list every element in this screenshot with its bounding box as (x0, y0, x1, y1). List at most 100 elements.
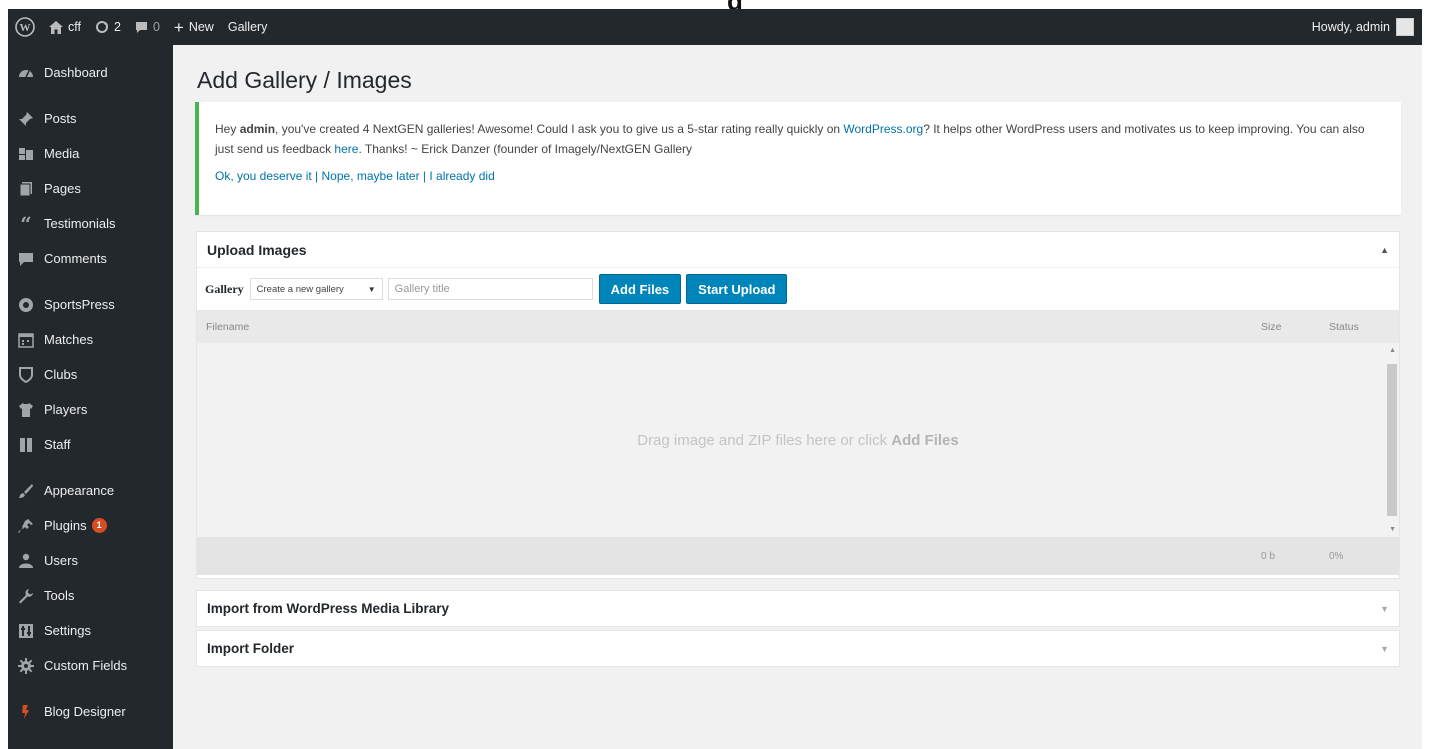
notice-actions: Ok, you deserve it | Nope, maybe later |… (215, 169, 495, 183)
sidebar-item-label: Custom Fields (44, 658, 128, 673)
file-dropzone[interactable]: Drag image and ZIP files here or click A… (197, 343, 1399, 537)
sidebar-item-label: Dashboard (44, 65, 108, 80)
home-icon (49, 20, 63, 34)
expand-caret-icon[interactable]: ▼ (1380, 644, 1389, 654)
new-label: New (188, 20, 214, 34)
dropzone-hint: Drag image and ZIP files here or click A… (637, 431, 959, 449)
sidebar-item-label: Tools (44, 588, 75, 603)
sidebar-item-users[interactable]: Users (8, 543, 173, 578)
media-icon (16, 144, 36, 164)
quote-icon: “ (20, 211, 32, 236)
sidebar-item-settings[interactable]: Settings (8, 613, 173, 648)
rate-yes-link[interactable]: Ok, you deserve it (215, 169, 312, 183)
file-list-header: Filename Size Status (197, 310, 1399, 343)
size-column-header: Size (1261, 320, 1282, 333)
sidebar-item-label: Posts (44, 111, 77, 126)
add-files-button[interactable]: Add Files (598, 274, 682, 304)
site-name-link[interactable]: cff (42, 9, 88, 45)
import-media-library-header[interactable]: Import from WordPress Media Library ▼ (197, 591, 1399, 626)
gallery-select[interactable]: Create a new gallery ▼ (249, 278, 383, 300)
users-icon (16, 551, 36, 571)
sidebar-item-label: Users (44, 553, 78, 568)
new-content-link[interactable]: + New (167, 9, 221, 45)
sidebar-item-staff[interactable]: Staff (8, 427, 173, 462)
sidebar-item-players[interactable]: Players (8, 392, 173, 427)
sidebar-item-blog-designer[interactable]: Blog Designer (8, 694, 173, 729)
import-folder-panel[interactable]: Import Folder ▼ (196, 630, 1400, 667)
upload-images-panel: Upload Images ▲ Gallery Create a new gal… (196, 231, 1400, 579)
id-card-icon (16, 435, 36, 455)
page-top-edge: g (0, 0, 1430, 9)
svg-text:W: W (20, 22, 31, 34)
comments-link[interactable]: 0 (128, 9, 167, 45)
rate-later-link[interactable]: Nope, maybe later (322, 169, 420, 183)
site-name-label: cff (68, 20, 81, 34)
start-upload-button[interactable]: Start Upload (686, 274, 788, 304)
sidebar-item-appearance[interactable]: Appearance (8, 473, 173, 508)
comment-icon (16, 249, 36, 269)
my-account-link[interactable]: Howdy, admin (1305, 9, 1422, 45)
sidebar-item-dashboard[interactable]: Dashboard (8, 55, 173, 90)
file-list-scrollbar[interactable]: ▲ ▼ (1385, 343, 1399, 537)
sidebar-item-matches[interactable]: Matches (8, 322, 173, 357)
scroll-thumb[interactable] (1387, 364, 1397, 516)
sidebar-item-plugins[interactable]: Plugins 1 (8, 508, 173, 543)
sidebar-item-label: Staff (44, 437, 71, 452)
sidebar-item-testimonials[interactable]: “ Testimonials (8, 206, 173, 241)
upload-images-header[interactable]: Upload Images ▲ (197, 232, 1399, 268)
page-title: Add Gallery / Images (197, 67, 412, 93)
gallery-label: Gallery (205, 281, 244, 296)
upload-images-title: Upload Images (207, 241, 307, 258)
scroll-up-arrow-icon[interactable]: ▲ (1389, 347, 1396, 354)
sidebar-item-posts[interactable]: Posts (8, 101, 173, 136)
howdy-label: Howdy, admin (1311, 20, 1390, 34)
pushpin-icon (16, 109, 36, 129)
gallery-link[interactable]: Gallery (221, 9, 275, 45)
sidebar-item-label: Plugins (44, 518, 87, 533)
expand-caret-icon[interactable]: ▼ (1380, 604, 1389, 614)
rate-done-link[interactable]: I already did (429, 169, 494, 183)
plus-icon: + (173, 17, 184, 37)
updates-link[interactable]: 2 (88, 9, 128, 45)
feedback-here-link[interactable]: here (334, 142, 358, 156)
review-notice: Hey admin, you've created 4 NextGEN gall… (195, 102, 1401, 215)
sidebar-item-label: SportsPress (44, 297, 115, 312)
settings-icon (16, 621, 36, 641)
import-media-library-panel[interactable]: Import from WordPress Media Library ▼ (196, 590, 1400, 627)
file-list-footer: 0 b 0% (197, 537, 1399, 575)
wordpress-org-link[interactable]: WordPress.org (843, 122, 923, 136)
sidebar-item-label: Testimonials (44, 216, 116, 231)
plug-icon (16, 516, 36, 536)
cropped-heading-glyph: g (727, 0, 743, 9)
dropdown-arrow-icon: ▼ (367, 284, 376, 294)
main-content: Add Gallery / Images Hey admin, you've c… (173, 45, 1422, 749)
wrench-icon (16, 586, 36, 606)
import-media-library-title: Import from WordPress Media Library (207, 601, 450, 616)
scroll-down-arrow-icon[interactable]: ▼ (1389, 526, 1396, 533)
dashboard-icon (16, 63, 36, 83)
sidebar-item-label: Comments (44, 251, 107, 266)
brush-icon (16, 481, 36, 501)
collapse-caret-icon[interactable]: ▲ (1380, 245, 1389, 255)
import-folder-title: Import Folder (207, 641, 294, 656)
gallery-title-input[interactable]: Gallery title (387, 278, 593, 300)
sidebar-item-pages[interactable]: Pages (8, 171, 173, 206)
admin-bar: W cff 2 0 + New Gallery Howdy, admin (8, 9, 1422, 45)
sidebar-item-label: Appearance (44, 483, 115, 498)
sidebar-item-label: Matches (44, 332, 94, 347)
plugins-update-badge: 1 (91, 518, 107, 533)
shirt-icon (16, 400, 36, 420)
comments-count: 0 (152, 20, 160, 34)
sidebar-item-label: Media (44, 146, 80, 161)
sidebar-item-custom-fields[interactable]: Custom Fields (8, 648, 173, 683)
sidebar-item-comments[interactable]: Comments (8, 241, 173, 276)
sidebar-item-sportspress[interactable]: SportsPress (8, 287, 173, 322)
calendar-icon (16, 330, 36, 350)
sidebar-item-clubs[interactable]: Clubs (8, 357, 173, 392)
sidebar-item-media[interactable]: Media (8, 136, 173, 171)
gallery-select-value: Create a new gallery (256, 283, 344, 295)
sidebar-item-tools[interactable]: Tools (8, 578, 173, 613)
blog-designer-icon (16, 702, 36, 722)
import-folder-header[interactable]: Import Folder ▼ (197, 631, 1399, 666)
wordpress-logo-icon[interactable]: W (8, 9, 42, 45)
